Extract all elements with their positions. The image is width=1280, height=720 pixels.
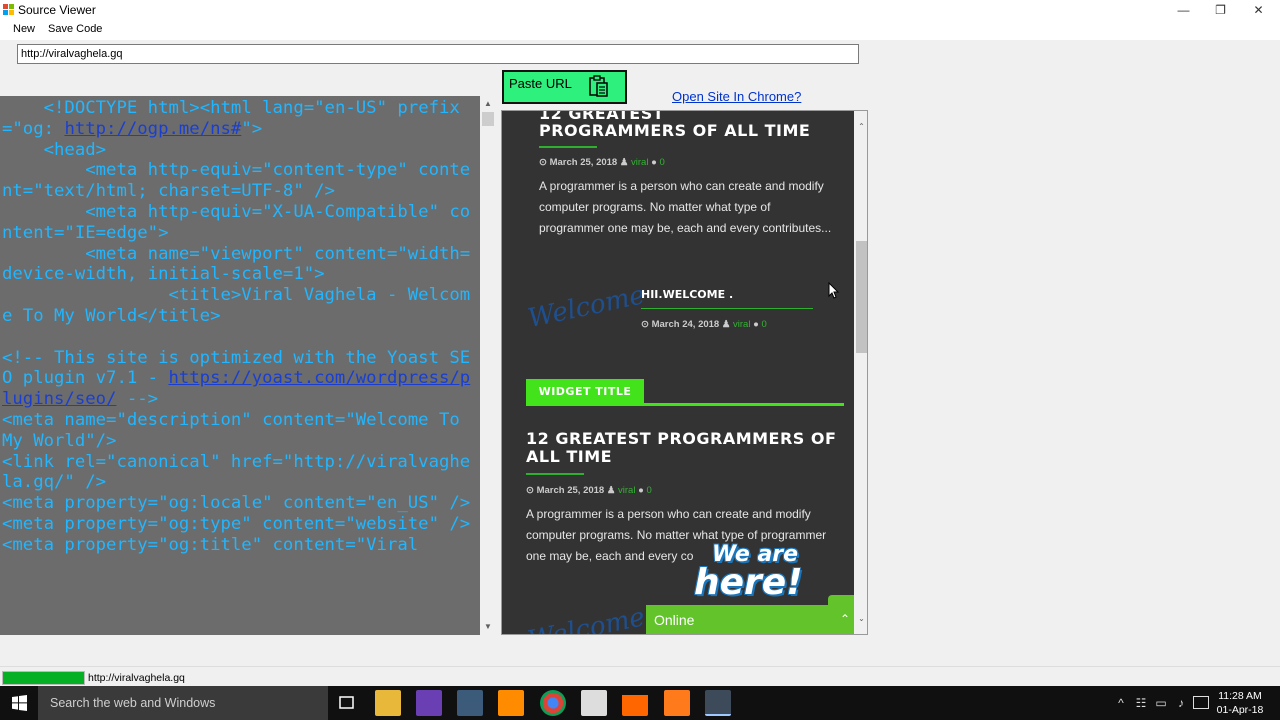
- paste-url-button[interactable]: Paste URL: [502, 70, 627, 104]
- clipboard-icon: [589, 75, 608, 97]
- vlc-icon[interactable]: [622, 690, 648, 716]
- visual-studio-icon[interactable]: [416, 690, 442, 716]
- source-line: <meta http-equiv="X-UA-Compatible" conte…: [2, 201, 471, 243]
- load-progress-bar: [2, 671, 85, 685]
- post-excerpt: A programmer is a person who can create …: [539, 179, 832, 235]
- app-icon-orange[interactable]: [664, 690, 690, 716]
- chevron-up-icon[interactable]: ⌃: [840, 612, 850, 626]
- menu-save-code[interactable]: Save Code: [48, 23, 102, 35]
- paste-url-label: Paste URL: [509, 76, 572, 91]
- browser-scroll-thumb[interactable]: [856, 241, 867, 353]
- source-line: <meta http-equiv="content-type" content=…: [2, 160, 471, 202]
- source-code-text: <!DOCTYPE html><html lang="en-US" prefix…: [2, 98, 480, 556]
- live-chat-bar[interactable]: Online ⌃: [646, 605, 854, 634]
- console-icon[interactable]: [457, 690, 483, 716]
- source-line: <link rel="canonical" href="http://viral…: [2, 451, 471, 493]
- menu-new[interactable]: New: [13, 23, 35, 35]
- close-button[interactable]: ✕: [1240, 0, 1277, 20]
- task-view-icon[interactable]: [334, 690, 360, 716]
- clock-icon: ⊙: [526, 485, 537, 496]
- scroll-up-icon[interactable]: ▲: [480, 96, 496, 112]
- network-icon[interactable]: ☷: [1134, 696, 1148, 710]
- system-clock[interactable]: 11:28 AM 01-Apr-18: [1216, 689, 1264, 717]
- status-url: http://viralvaghela.gq: [88, 672, 185, 684]
- scroll-down-icon[interactable]: ▼: [480, 619, 496, 635]
- source-code-textbox[interactable]: <!DOCTYPE html><html lang="en-US" prefix…: [0, 96, 496, 635]
- menu-bar: New Save Code: [0, 20, 1280, 40]
- file-explorer-icon[interactable]: [375, 690, 401, 716]
- post-title[interactable]: 12 GREATEST PROGRAMMERS OF ALL TIME: [526, 430, 846, 466]
- scroll-up-icon[interactable]: ⌃: [854, 119, 867, 135]
- title-underline: [526, 473, 584, 475]
- source-line: ">: [241, 118, 263, 139]
- chat-banner[interactable]: We are here!: [694, 541, 814, 601]
- source-scrollbar[interactable]: ▲ ▼: [480, 96, 496, 635]
- source-viewer-window: Source Viewer — ❐ ✕ New Save Code Paste …: [0, 0, 1280, 686]
- source-line: <meta name="viewport" content="width=dev…: [2, 243, 471, 285]
- minimize-button[interactable]: —: [1165, 0, 1202, 20]
- source-line: <meta property="og:type" content="websit…: [2, 513, 471, 534]
- post-title-small[interactable]: HII.WELCOME .: [641, 288, 733, 301]
- taskbar: Search the web and Windows ^ ☷ ▭ ♪ 11:28…: [0, 686, 1280, 720]
- widget-title: WIDGET TITLE: [526, 379, 644, 405]
- windows-start-icon[interactable]: [0, 686, 38, 720]
- site-content: 12 GREATEST PROGRAMMERS OF ALL TIME ⊙ Ma…: [502, 111, 854, 634]
- browser-scrollbar[interactable]: ⌃ ⌄: [854, 111, 867, 634]
- source-link[interactable]: http://ogp.me/ns#: [64, 119, 241, 139]
- source-scroll-thumb[interactable]: [482, 112, 494, 126]
- source-line: <!DOCTYPE html>: [2, 98, 200, 118]
- user-icon: ♟: [721, 319, 734, 330]
- window-title: Source Viewer: [18, 3, 96, 17]
- notification-icon[interactable]: [1193, 696, 1209, 709]
- source-line: -->: [116, 389, 159, 410]
- post-title[interactable]: PROGRAMMERS OF ALL TIME: [539, 122, 810, 140]
- mouse-cursor-icon: [828, 282, 840, 299]
- title-underline: [539, 146, 597, 148]
- post-meta: ⊙ March 24, 2018 ♟ viral ● 0: [641, 319, 767, 330]
- comment-count[interactable]: 0: [646, 485, 651, 496]
- title-underline: [641, 308, 813, 309]
- clock-icon: ⊙: [641, 319, 652, 330]
- url-input[interactable]: [17, 44, 859, 64]
- load-progress-fill: [3, 672, 84, 684]
- chrome-icon[interactable]: [540, 690, 566, 716]
- source-viewer-taskbar-icon[interactable]: [705, 690, 731, 716]
- source-line: <meta name="description" content="Welcom…: [2, 409, 460, 451]
- author-link[interactable]: viral: [618, 485, 635, 496]
- post-thumbnail[interactable]: Welcome: [522, 591, 647, 634]
- post-meta: ⊙ March 25, 2018 ♟ viral ● 0: [526, 485, 652, 496]
- battery-icon[interactable]: ▭: [1154, 696, 1168, 710]
- scroll-down-icon[interactable]: ⌄: [854, 611, 867, 627]
- comment-count[interactable]: 0: [659, 157, 664, 168]
- chat-banner-line2: here!: [694, 562, 803, 603]
- title-bar: Source Viewer — ❐ ✕: [0, 0, 1280, 20]
- maximize-button[interactable]: ❐: [1202, 0, 1239, 20]
- author-link[interactable]: viral: [631, 157, 648, 168]
- source-line: <meta property="og:locale" content="en_U…: [2, 493, 471, 514]
- widget-underline: [526, 403, 844, 406]
- sublime-text-icon[interactable]: [498, 690, 524, 716]
- store-icon[interactable]: [581, 690, 607, 716]
- source-line: <meta property="og:title" content="Viral: [2, 534, 419, 555]
- source-line: <head>: [43, 139, 107, 160]
- comment-count[interactable]: 0: [761, 319, 766, 330]
- clock-time: 11:28 AM: [1218, 690, 1262, 702]
- source-line: <title>Viral Vaghela - Welcome To My Wor…: [2, 285, 471, 326]
- post-meta: ⊙ March 25, 2018 ♟ viral ● 0: [539, 157, 665, 168]
- volume-icon[interactable]: ♪: [1174, 696, 1188, 710]
- author-link[interactable]: viral: [733, 319, 750, 330]
- chevron-up-icon[interactable]: ^: [1114, 696, 1128, 710]
- taskbar-search-box[interactable]: Search the web and Windows: [38, 686, 328, 720]
- status-bar: http://viralvaghela.gq: [0, 666, 1280, 686]
- user-icon: ♟: [619, 157, 632, 168]
- open-in-chrome-link[interactable]: Open Site In Chrome?: [672, 89, 801, 104]
- post-thumbnail[interactable]: Welcome: [522, 269, 647, 354]
- clock-icon: ⊙: [539, 157, 550, 168]
- chat-status: Online: [654, 612, 695, 628]
- user-icon: ♟: [606, 485, 619, 496]
- app-icon: [3, 4, 15, 16]
- web-browser-view[interactable]: 12 GREATEST PROGRAMMERS OF ALL TIME ⊙ Ma…: [501, 110, 868, 635]
- clock-date: 01-Apr-18: [1216, 704, 1264, 716]
